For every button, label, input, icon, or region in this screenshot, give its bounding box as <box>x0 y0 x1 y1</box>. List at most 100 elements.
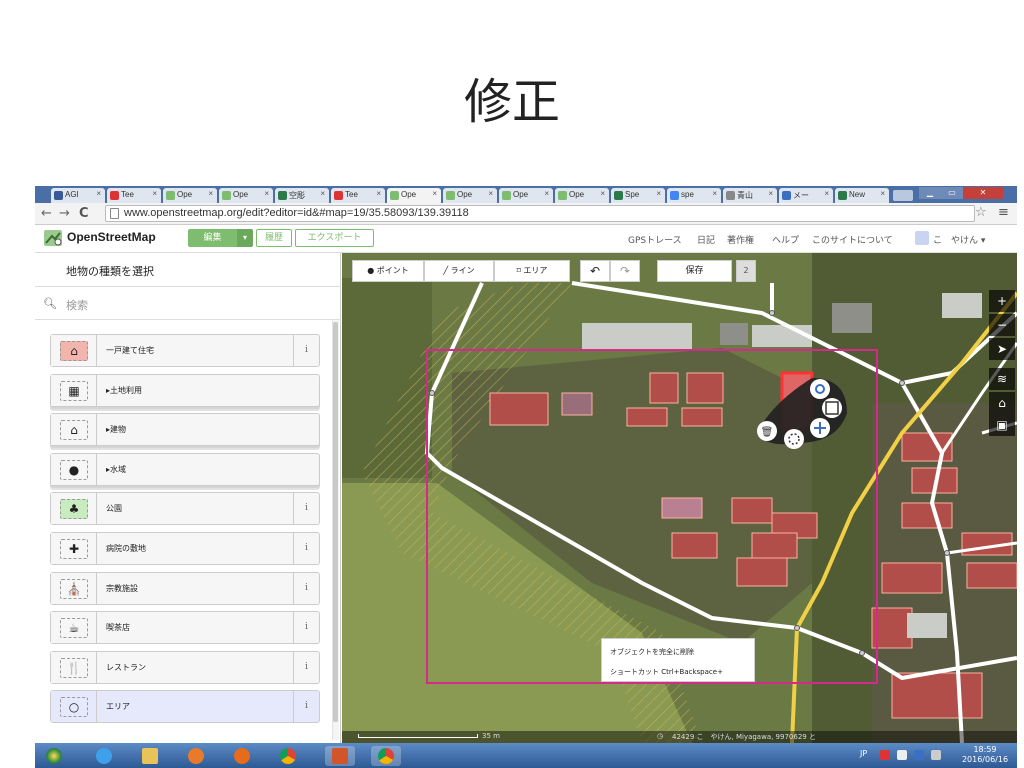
preset-item[interactable]: ⌂ ▸建物 <box>50 413 320 447</box>
preset-info-button[interactable]: i <box>293 572 319 604</box>
preset-item[interactable]: ✚ 病院の敷地 i <box>50 532 320 565</box>
browser-tab[interactable]: 空彫 × <box>275 188 329 203</box>
edit-button[interactable]: 編集 <box>188 229 237 247</box>
browser-tab[interactable]: Ope × <box>387 188 441 203</box>
close-window-button[interactable]: ✕ <box>963 187 1003 199</box>
explorer-icon[interactable] <box>135 746 165 766</box>
tray-app-icon[interactable] <box>880 750 890 760</box>
forward-icon[interactable]: → <box>59 206 70 221</box>
ime-language[interactable]: JP <box>860 749 867 758</box>
osm-logo-icon[interactable] <box>43 229 63 247</box>
history-clock-icon[interactable]: ◷ <box>657 732 663 740</box>
browser-tab[interactable]: Ope × <box>555 188 609 203</box>
browser-tab[interactable]: メー × <box>779 188 833 203</box>
map-data-button[interactable]: ⌂ <box>989 392 1015 414</box>
browser-tab[interactable]: spe × <box>667 188 721 203</box>
preset-item[interactable]: ♣ 公園 i <box>50 492 320 526</box>
tab-close-icon[interactable]: × <box>824 189 829 198</box>
browser-tab[interactable]: Ope × <box>443 188 497 203</box>
powerpoint-icon[interactable] <box>325 746 355 766</box>
issues-button[interactable]: ▣ <box>989 414 1015 436</box>
tab-close-icon[interactable]: × <box>880 189 885 198</box>
nav-link-diary[interactable]: 日記 <box>697 233 715 246</box>
ie-icon[interactable] <box>89 746 119 766</box>
browser-tab[interactable]: Ope × <box>499 188 553 203</box>
tab-close-icon[interactable]: × <box>96 189 101 198</box>
preset-info-button[interactable]: i <box>293 691 319 723</box>
add-line-button[interactable]: ╱ ライン <box>424 260 494 282</box>
search-placeholder[interactable]: 検索 <box>66 297 88 313</box>
preset-search[interactable]: 🔍︎ 検索 <box>35 288 341 320</box>
preset-item[interactable]: ⛪ 宗教施設 i <box>50 571 320 605</box>
tab-close-icon[interactable]: × <box>152 189 157 198</box>
zoom-out-button[interactable]: − <box>989 314 1015 336</box>
user-avatar[interactable] <box>915 231 929 245</box>
preset-item[interactable]: 🍴 レストラン i <box>50 650 320 684</box>
tab-close-icon[interactable]: × <box>768 189 773 198</box>
preset-item[interactable]: ▦ ▸土地利用 <box>50 373 320 407</box>
preset-info-button[interactable]: i <box>293 651 319 683</box>
chrome-icon[interactable] <box>273 746 303 766</box>
nav-link-help[interactable]: ヘルプ <box>772 233 799 246</box>
tab-close-icon[interactable]: × <box>376 189 381 198</box>
user-menu[interactable]: こ やけん ▾ <box>933 233 985 246</box>
tab-close-icon[interactable]: × <box>320 189 325 198</box>
add-area-button[interactable]: ⌑ エリア <box>494 260 570 282</box>
maximize-button[interactable]: ▭ <box>941 187 963 199</box>
history-button[interactable]: 履歴 <box>256 229 292 247</box>
add-point-button[interactable]: ● ポイント <box>352 260 424 282</box>
sidebar-scroll-thumb[interactable] <box>333 322 338 722</box>
tab-close-icon[interactable]: × <box>544 189 549 198</box>
ime-mode-icon[interactable] <box>897 750 907 760</box>
tab-close-icon[interactable]: × <box>600 189 605 198</box>
browser-tab[interactable]: AGI × <box>51 188 105 203</box>
browser-tab[interactable]: Ope × <box>219 188 273 203</box>
media-player-icon[interactable] <box>181 746 211 766</box>
browser-tab[interactable]: Spe × <box>611 188 665 203</box>
start-button[interactable] <box>39 746 69 766</box>
nav-link-copyright[interactable]: 著作権 <box>727 233 754 246</box>
osm-logo-text[interactable]: OpenStreetMap <box>67 230 156 244</box>
tab-close-icon[interactable]: × <box>656 189 661 198</box>
preset-info-button[interactable]: i <box>293 533 319 564</box>
preset-item[interactable]: ⌂ 一戸建て住宅 i <box>50 334 320 367</box>
preset-item[interactable]: ● ▸水域 <box>50 452 320 486</box>
preset-info-button[interactable]: i <box>293 612 319 644</box>
zoom-in-button[interactable]: + <box>989 290 1015 312</box>
redo-button[interactable]: ↷ <box>610 260 640 282</box>
tab-close-icon[interactable]: × <box>264 189 269 198</box>
preset-item[interactable]: ○ エリア i <box>50 690 320 724</box>
preset-info-button[interactable]: i <box>293 493 319 525</box>
browser-tab[interactable]: Ope × <box>163 188 217 203</box>
minimize-button[interactable]: ▁ <box>919 187 941 199</box>
geolocate-button[interactable]: ➤ <box>989 338 1015 360</box>
chrome-active-icon[interactable] <box>371 746 401 766</box>
preset-info-button[interactable]: i <box>293 335 319 366</box>
browser-menu-icon[interactable]: ≡ <box>998 205 1009 220</box>
browser-tab[interactable]: Tee × <box>331 188 385 203</box>
volume-icon[interactable] <box>931 750 941 760</box>
tab-close-icon[interactable]: × <box>208 189 213 198</box>
bookmark-star-icon[interactable]: ☆ <box>975 205 987 220</box>
network-icon[interactable] <box>914 750 924 760</box>
nav-link-gps[interactable]: GPSトレース <box>628 233 682 246</box>
back-icon[interactable]: ← <box>41 206 52 221</box>
browser-tab[interactable]: Tee × <box>107 188 161 203</box>
url-field[interactable]: www.openstreetmap.org/edit?editor=id&#ma… <box>105 205 975 222</box>
browser-tab[interactable]: New × <box>835 188 889 203</box>
export-button[interactable]: エクスポート <box>295 229 374 247</box>
nav-link-about[interactable]: このサイトについて <box>812 233 893 246</box>
preset-item[interactable]: ☕ 喫茶店 i <box>50 611 320 645</box>
system-clock[interactable]: 18:59 2016/06/16 <box>955 745 1015 765</box>
tab-close-icon[interactable]: × <box>488 189 493 198</box>
reload-icon[interactable]: C <box>79 206 89 221</box>
undo-button[interactable]: ↶ <box>580 260 610 282</box>
tab-close-icon[interactable]: × <box>432 189 437 198</box>
background-layers-button[interactable]: ≋ <box>989 368 1015 390</box>
browser-tab[interactable]: 青山 × <box>723 188 777 203</box>
save-button[interactable]: 保存 <box>657 260 732 282</box>
tab-close-icon[interactable]: × <box>712 189 717 198</box>
new-tab-button[interactable] <box>893 190 913 201</box>
firefox-icon[interactable] <box>227 746 257 766</box>
edit-dropdown-button[interactable]: ▾ <box>237 229 253 247</box>
